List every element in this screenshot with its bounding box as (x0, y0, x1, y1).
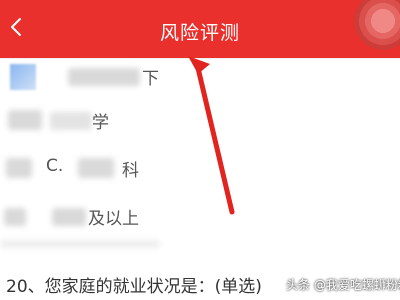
blurred-text (52, 208, 86, 226)
option-icon (10, 64, 36, 90)
header-bar: 风险评测 (0, 0, 400, 58)
option-row-3[interactable]: C. 科 (0, 150, 400, 188)
blurred-text (4, 208, 26, 226)
option-label: C. (46, 156, 64, 176)
option-text: 下 (142, 69, 159, 89)
option-text: 科 (122, 161, 139, 181)
blurred-text (50, 112, 92, 130)
option-row-2[interactable]: 学 (0, 102, 400, 140)
screen: 风险评测 下 学 C. 科 及以上 20、您家庭的就业状况是：(单选) 头条 @… (0, 0, 400, 300)
blurred-text (68, 68, 140, 86)
blurred-text (78, 158, 114, 178)
option-text: 学 (92, 113, 109, 133)
blurred-text (6, 158, 32, 178)
option-row-1[interactable]: 下 (0, 58, 400, 96)
watermark: 头条 @我爱吃螺蛳粉粉 (286, 278, 400, 292)
blurred-divider (0, 240, 160, 248)
option-text: 及以上 (88, 209, 139, 229)
page-title: 风险评测 (159, 22, 240, 44)
blurred-text (8, 110, 42, 130)
question-text: 20、您家庭的就业状况是：(单选) (6, 277, 262, 297)
option-row-4[interactable]: 及以上 (0, 198, 400, 236)
